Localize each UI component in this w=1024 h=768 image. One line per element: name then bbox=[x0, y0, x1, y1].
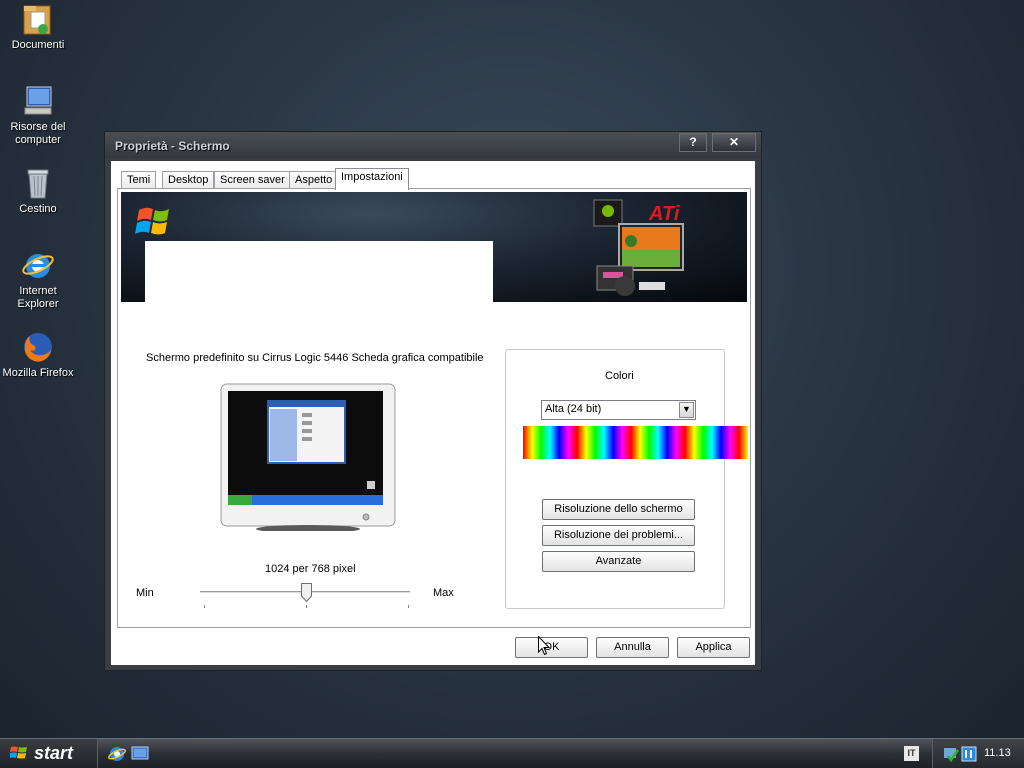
title-bar[interactable]: Proprietà - Schermo ? ✕ bbox=[105, 132, 761, 158]
desktop-icon-label: Mozilla Firefox bbox=[2, 367, 74, 379]
desktop-icon-risorse-del-computer[interactable]: Risorse del computer bbox=[0, 84, 76, 147]
window-title: Proprietà - Schermo bbox=[115, 139, 230, 153]
chevron-down-icon[interactable]: ▼ bbox=[679, 402, 694, 418]
color-spectrum-preview bbox=[523, 426, 748, 459]
troubleshoot-problems-button[interactable]: Risoluzione dei problemi... bbox=[542, 525, 695, 546]
troubleshoot-screen-button[interactable]: Risoluzione dello schermo bbox=[542, 499, 695, 520]
dialog-client-area: Temi Desktop Screen saver Aspetto Impost… bbox=[111, 161, 755, 665]
start-button[interactable]: start bbox=[0, 739, 98, 768]
slider-max-label: Max bbox=[433, 587, 454, 599]
banner-white-area bbox=[145, 241, 493, 302]
svg-text:ATi: ATi bbox=[648, 203, 680, 225]
desktop-icon-internet-explorer[interactable]: Internet Explorer bbox=[0, 248, 76, 311]
internet-explorer-icon bbox=[22, 254, 54, 278]
cancel-button[interactable]: Annulla bbox=[596, 637, 669, 658]
settings-panel: ATi Schermo predefinito su Cirrus Logic … bbox=[117, 188, 751, 628]
desktop-icon-label: Cestino bbox=[19, 203, 57, 215]
network-tray-icon[interactable] bbox=[961, 746, 977, 762]
slider-min-label: Min bbox=[136, 587, 154, 599]
documents-folder-icon bbox=[23, 5, 51, 35]
desktop-icon-label: Risorse del computer bbox=[10, 121, 66, 146]
ok-button[interactable]: OK bbox=[515, 637, 588, 658]
language-indicator[interactable]: IT bbox=[904, 746, 919, 761]
taskbar-clock: 11.13 bbox=[984, 747, 1011, 759]
desktop-icon-documenti[interactable]: Documenti bbox=[0, 2, 76, 52]
display-properties-window: Proprietà - Schermo ? ✕ Temi Desktop Scr… bbox=[104, 131, 762, 671]
help-button[interactable]: ? bbox=[679, 133, 707, 152]
desktop-icon-label: Internet Explorer bbox=[17, 285, 59, 310]
slider-tick bbox=[306, 605, 307, 608]
monitor-preview-icon bbox=[220, 383, 396, 531]
firefox-icon bbox=[24, 333, 52, 362]
resolution-slider-thumb[interactable] bbox=[301, 583, 312, 602]
tab-impostazioni[interactable]: Impostazioni bbox=[335, 168, 409, 190]
advanced-button[interactable]: Avanzate bbox=[542, 551, 695, 572]
my-computer-icon bbox=[24, 86, 52, 115]
system-tray: 11.13 bbox=[932, 739, 1024, 768]
apply-button[interactable]: Applica bbox=[677, 637, 750, 658]
windows-logo-icon bbox=[135, 207, 169, 235]
colors-group: Colori Alta (24 bit) ▼ Risoluzione dello… bbox=[505, 349, 748, 609]
nvidia-ati-monitor-icon: ATi bbox=[593, 199, 684, 296]
screen-resolution-text: 1024 per 768 pixel bbox=[265, 563, 356, 575]
desktop-icon-mozilla-firefox[interactable]: Mozilla Firefox bbox=[0, 330, 76, 380]
colors-group-label: Colori bbox=[605, 370, 634, 382]
slider-tick bbox=[408, 605, 409, 608]
desktop-icon-cestino[interactable]: Cestino bbox=[0, 166, 76, 216]
desktop-icon-label: Documenti bbox=[11, 39, 65, 51]
color-quality-value: Alta (24 bit) bbox=[545, 403, 602, 415]
recycle-bin-icon bbox=[27, 169, 49, 199]
taskbar: start IT 11.13 bbox=[0, 738, 1024, 768]
quicklaunch-show-desktop-icon[interactable] bbox=[131, 746, 149, 762]
display-banner: ATi bbox=[121, 192, 747, 302]
security-tray-icon[interactable] bbox=[943, 746, 959, 762]
color-quality-select[interactable]: Alta (24 bit) ▼ bbox=[541, 400, 696, 420]
display-device-label: Schermo predefinito su Cirrus Logic 5446… bbox=[146, 352, 484, 364]
windows-flag-icon bbox=[10, 746, 27, 759]
slider-tick bbox=[204, 605, 205, 608]
quicklaunch-ie-icon[interactable] bbox=[108, 745, 126, 763]
mouse-cursor-icon bbox=[538, 636, 550, 656]
start-label: start bbox=[34, 743, 74, 763]
close-button[interactable]: ✕ bbox=[712, 133, 756, 152]
